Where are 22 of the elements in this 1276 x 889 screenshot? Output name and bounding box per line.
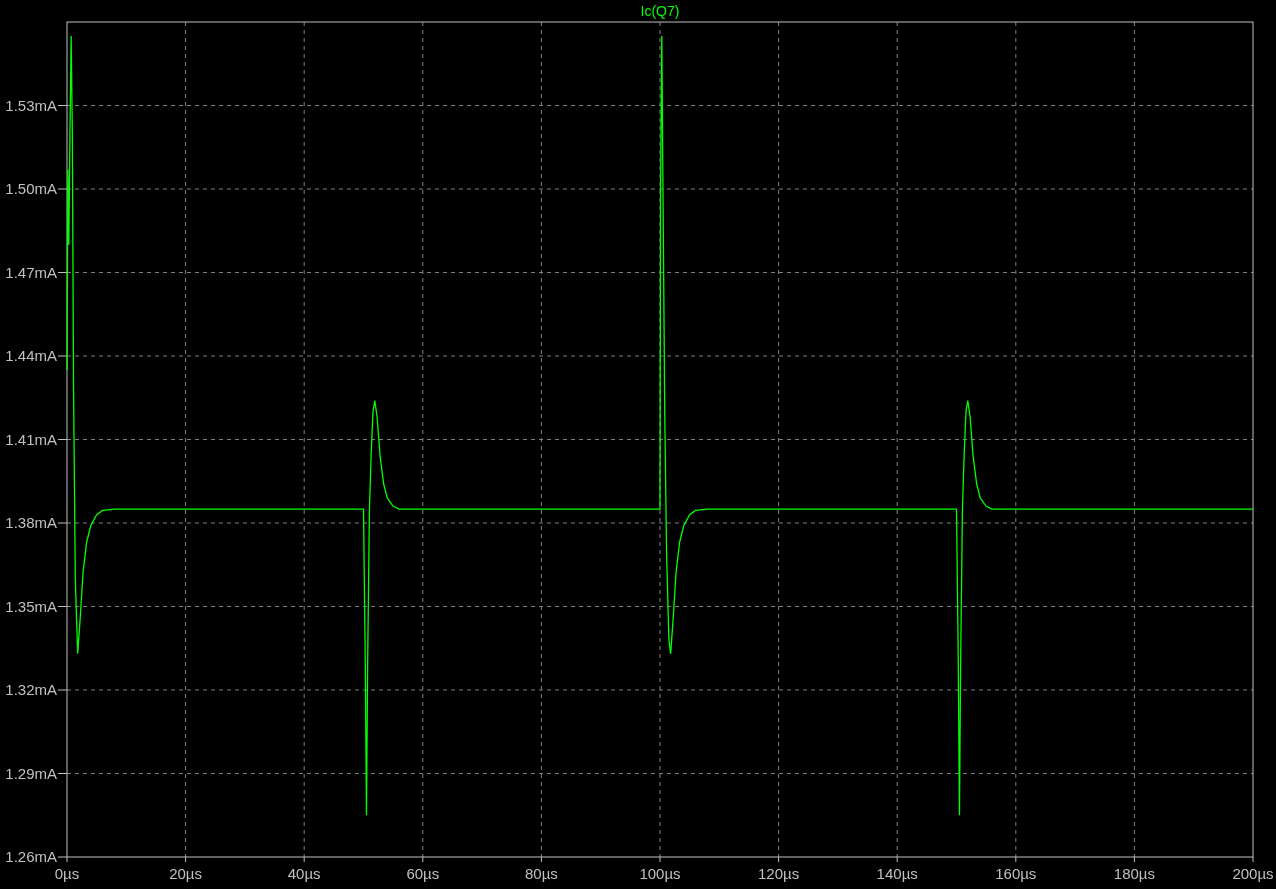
axis-tick-label: 180µs: [1113, 865, 1155, 882]
axis-tick-label: 1.50mA: [5, 180, 57, 197]
axis-tick-label: 200µs: [1232, 865, 1274, 882]
axis-tick-label: 1.44mA: [5, 347, 57, 364]
axis-tick-label: 60µs: [406, 865, 440, 882]
axis-tick-label: 1.35mA: [5, 597, 57, 615]
axis-tick-label: 1.47mA: [5, 263, 57, 281]
axis-tick-label: 20µs: [169, 865, 202, 882]
axis-tick-label: 0µs: [54, 865, 80, 882]
axis-tick-label: 40µs: [287, 865, 321, 882]
axis-tick-label: 1.29mA: [5, 764, 57, 782]
axis-tick-label: 1.41mA: [5, 430, 57, 448]
axis-tick-label: 1.26mA: [5, 848, 57, 865]
axis-tick-label: 1.38mA: [5, 514, 57, 531]
trace-label[interactable]: Ic(Q7): [640, 3, 680, 19]
axis-tick-label: 80µs: [525, 865, 558, 882]
axis-tick-label: 160µs: [995, 865, 1037, 882]
axis-tick-label: 1.32mA: [5, 681, 57, 698]
axis-tick-label: 1.53mA: [5, 96, 57, 114]
axis-tick-label: 120µs: [758, 865, 800, 882]
axis-tick-label: 100µs: [639, 865, 681, 882]
axis-tick-label: 140µs: [876, 865, 918, 882]
